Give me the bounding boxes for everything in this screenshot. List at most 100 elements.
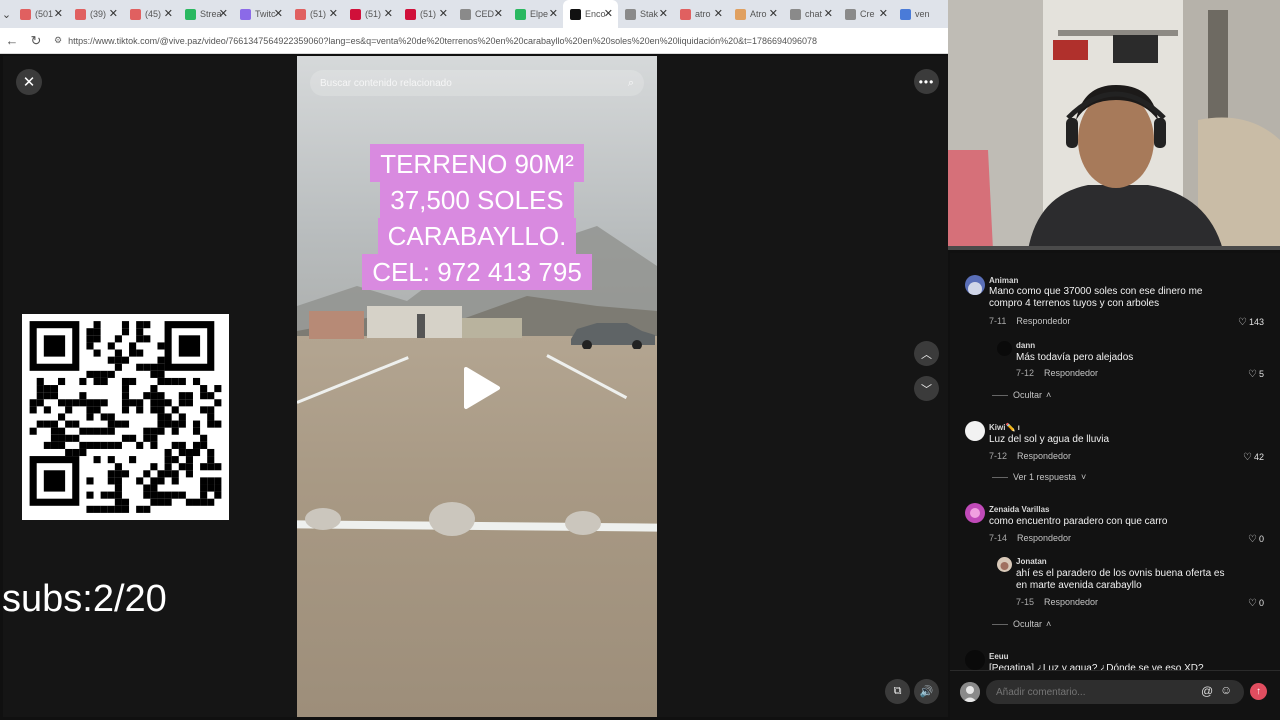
close-tab-icon[interactable]: ✕ bbox=[604, 7, 613, 20]
like-button[interactable]: ♡ 0 bbox=[1248, 534, 1264, 545]
close-tab-icon[interactable]: ✕ bbox=[109, 7, 118, 20]
close-tab-icon[interactable]: ✕ bbox=[494, 7, 503, 20]
browser-tab[interactable]: (39) ✕ bbox=[68, 0, 123, 28]
stake-icon bbox=[625, 8, 636, 20]
avatar[interactable] bbox=[997, 557, 1012, 572]
browser-tab[interactable]: (501 ✕ bbox=[13, 0, 68, 28]
comment-meta: 7-12 Respondedor bbox=[1016, 368, 1098, 378]
like-button[interactable]: ♡ 42 bbox=[1243, 452, 1264, 463]
comment-username[interactable]: dann bbox=[1016, 341, 1035, 350]
qr-module bbox=[43, 441, 51, 449]
reload-icon[interactable]: ↻ bbox=[24, 33, 48, 49]
like-button[interactable]: ♡ 5 bbox=[1248, 369, 1264, 380]
close-tab-icon[interactable]: ✕ bbox=[439, 7, 448, 20]
mention-icon[interactable]: @ bbox=[1201, 684, 1213, 698]
like-button[interactable]: ♡ 0 bbox=[1248, 598, 1264, 609]
search-icon[interactable]: ⌕ bbox=[628, 77, 634, 90]
browser-tab[interactable]: (51) ✕ bbox=[343, 0, 398, 28]
qr-module bbox=[107, 491, 115, 499]
browser-tab[interactable]: Elpe ✕ bbox=[508, 0, 563, 28]
close-tab-icon[interactable]: ✕ bbox=[384, 7, 393, 20]
close-tab-icon[interactable]: ✕ bbox=[659, 7, 668, 20]
close-tab-icon[interactable]: ✕ bbox=[824, 7, 833, 20]
qr-module bbox=[150, 477, 158, 485]
tab-search-chevron-icon[interactable]: ⌄ bbox=[0, 0, 13, 28]
qr-module bbox=[129, 456, 137, 464]
browser-tab[interactable]: chat ✕ bbox=[783, 0, 838, 28]
qr-module bbox=[86, 413, 94, 421]
send-comment-button[interactable]: ↑ bbox=[1250, 683, 1267, 700]
url-field[interactable]: ⚙ https://www.tiktok.com/@vive.paz/video… bbox=[54, 31, 948, 51]
comment-username[interactable]: Eeuu bbox=[989, 652, 1009, 661]
comment-username[interactable]: Kiwi✏️ ı bbox=[989, 423, 1020, 432]
browser-tab[interactable]: atro ✕ bbox=[673, 0, 728, 28]
close-tab-icon[interactable]: ✕ bbox=[54, 7, 63, 20]
qr-module bbox=[86, 441, 94, 449]
reply-button[interactable]: Respondedor bbox=[1017, 451, 1071, 461]
previous-video-button[interactable]: ︿ bbox=[914, 341, 939, 366]
more-options-button[interactable]: ••• bbox=[914, 69, 939, 94]
browser-tab[interactable]: (45) ✕ bbox=[123, 0, 178, 28]
volume-button[interactable]: 🔊 bbox=[914, 679, 939, 704]
qr-module bbox=[121, 498, 130, 506]
close-tab-icon[interactable]: ✕ bbox=[879, 7, 888, 20]
hide-replies-toggle[interactable]: Ocultar ˄ bbox=[992, 390, 1051, 400]
browser-tab[interactable]: Atro ✕ bbox=[728, 0, 783, 28]
next-video-button[interactable]: ﹀ bbox=[914, 376, 939, 401]
back-arrow-icon[interactable]: ← bbox=[0, 33, 24, 48]
close-tab-icon[interactable]: ✕ bbox=[274, 7, 283, 20]
qr-module bbox=[150, 463, 158, 471]
qr-module bbox=[214, 385, 222, 393]
reply-button[interactable]: Respondedor bbox=[1017, 533, 1071, 543]
qr-module bbox=[157, 420, 165, 428]
qr-module bbox=[143, 434, 151, 442]
hide-replies-toggle[interactable]: Ocultar ˄ bbox=[992, 619, 1051, 629]
close-tab-icon[interactable]: ✕ bbox=[714, 7, 723, 20]
browser-tab[interactable]: ven bbox=[893, 0, 948, 28]
play-icon[interactable] bbox=[462, 366, 502, 410]
reply-button[interactable]: Respondedor bbox=[1044, 368, 1098, 378]
site-info-icon[interactable]: ⚙ bbox=[54, 35, 62, 46]
qr-module bbox=[29, 427, 37, 435]
comment-username[interactable]: Jonatan bbox=[1016, 557, 1047, 566]
related-search-bar[interactable]: Buscar contenido relacionado ⌕ bbox=[310, 70, 644, 96]
close-tab-icon[interactable]: ✕ bbox=[164, 7, 173, 20]
close-tab-icon[interactable]: ✕ bbox=[769, 7, 778, 20]
qr-module bbox=[114, 498, 122, 506]
avatar[interactable] bbox=[965, 275, 985, 295]
browser-tab[interactable]: Twitc ✕ bbox=[233, 0, 288, 28]
qr-module bbox=[200, 392, 208, 400]
emoji-icon[interactable]: ☺ bbox=[1220, 683, 1232, 697]
pip-button[interactable]: ⧉ bbox=[885, 679, 910, 704]
close-player-button[interactable]: ✕ bbox=[16, 69, 42, 95]
view-replies-toggle[interactable]: Ver 1 respuesta ˅ bbox=[992, 472, 1086, 482]
reply-button[interactable]: Respondedor bbox=[1044, 597, 1098, 607]
browser-tab[interactable]: (51) ✕ bbox=[398, 0, 453, 28]
qr-module bbox=[93, 456, 101, 464]
browser-tab[interactable]: Strea ✕ bbox=[178, 0, 233, 28]
reply-button[interactable]: Respondedor bbox=[1016, 316, 1070, 326]
qr-module bbox=[114, 484, 122, 492]
close-tab-icon[interactable]: ✕ bbox=[219, 7, 228, 20]
browser-tab[interactable]: Stak ✕ bbox=[618, 0, 673, 28]
qr-module bbox=[185, 392, 193, 400]
avatar[interactable] bbox=[965, 650, 985, 670]
qr-module bbox=[185, 463, 193, 471]
browser-tab[interactable]: (51) ✕ bbox=[288, 0, 343, 28]
browser-tab[interactable]: Cre ✕ bbox=[838, 0, 893, 28]
qr-module bbox=[114, 505, 122, 513]
like-button[interactable]: ♡ 143 bbox=[1238, 317, 1264, 328]
arrow-up-icon: ↑ bbox=[1256, 686, 1261, 697]
avatar[interactable] bbox=[997, 341, 1012, 356]
video-frame[interactable]: Buscar contenido relacionado ⌕ TERRENO 9… bbox=[297, 56, 657, 717]
qr-module bbox=[150, 392, 158, 400]
comment-username[interactable]: Zenaida Varillas bbox=[989, 505, 1049, 514]
close-tab-icon[interactable]: ✕ bbox=[329, 7, 338, 20]
browser-tab[interactable]: CED ✕ bbox=[453, 0, 508, 28]
avatar[interactable] bbox=[965, 503, 985, 523]
avatar[interactable] bbox=[965, 421, 985, 441]
browser-tab[interactable]: Enco ✕ bbox=[563, 0, 618, 28]
close-tab-icon[interactable]: ✕ bbox=[549, 7, 558, 20]
video-text-overlay: TERRENO 90M² 37,500 SOLES CARABAYLLO. CE… bbox=[297, 144, 657, 290]
comment-username[interactable]: Animan bbox=[989, 276, 1018, 285]
